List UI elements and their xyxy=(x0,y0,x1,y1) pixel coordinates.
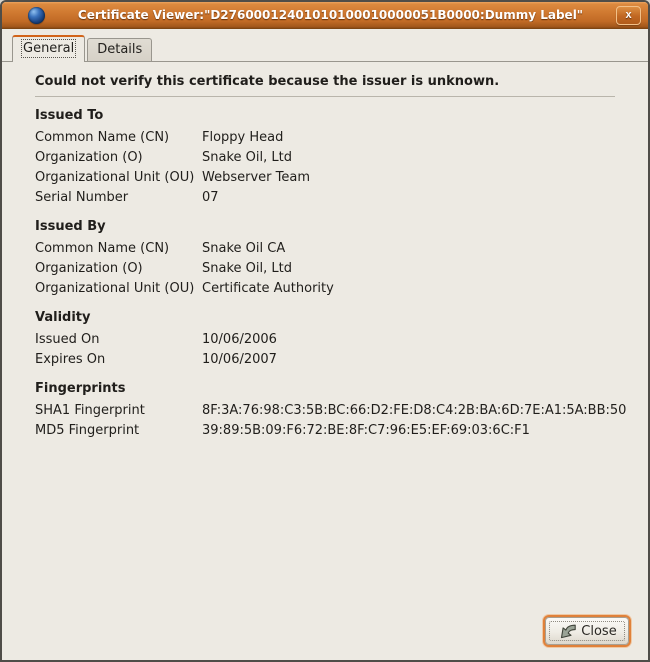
section-title: Issued To xyxy=(35,107,615,124)
field-value: Snake Oil, Ltd xyxy=(202,148,615,168)
titlebar-close-button[interactable]: x xyxy=(616,6,641,25)
tab-details[interactable]: Details xyxy=(87,38,152,61)
field-row: Serial Number 07 xyxy=(35,188,615,208)
field-row: Organizational Unit (OU) Webserver Team xyxy=(35,168,615,188)
field-row: Organization (O) Snake Oil, Ltd xyxy=(35,259,615,279)
titlebar[interactable]: Certificate Viewer:"D2760001240101010001… xyxy=(2,2,648,29)
dialog-body: General Details Could not verify this ce… xyxy=(2,29,648,661)
certificate-viewer-window: Certificate Viewer:"D2760001240101010001… xyxy=(0,0,650,662)
notice-separator xyxy=(35,96,615,97)
field-label: Organizational Unit (OU) xyxy=(35,279,202,299)
field-value: 39:89:5B:09:F6:72:BE:8F:C7:96:E5:EF:69:0… xyxy=(202,421,615,441)
field-value: 10/06/2007 xyxy=(202,350,615,370)
verification-notice: Could not verify this certificate becaus… xyxy=(35,73,615,91)
field-label: Expires On xyxy=(35,350,202,370)
field-label: SHA1 Fingerprint xyxy=(35,401,202,421)
field-label: MD5 Fingerprint xyxy=(35,421,202,441)
section-issued-to: Issued To Common Name (CN) Floppy Head O… xyxy=(35,107,615,208)
section-issued-by: Issued By Common Name (CN) Snake Oil CA … xyxy=(35,218,615,299)
field-label: Common Name (CN) xyxy=(35,239,202,259)
field-label: Common Name (CN) xyxy=(35,128,202,148)
section-fingerprints: Fingerprints SHA1 Fingerprint 8F:3A:76:9… xyxy=(35,380,615,441)
field-row: Organizational Unit (OU) Certificate Aut… xyxy=(35,279,615,299)
field-value: Floppy Head xyxy=(202,128,615,148)
field-value: 10/06/2006 xyxy=(202,330,615,350)
general-tab-panel: Could not verify this certificate becaus… xyxy=(2,62,648,661)
close-x-icon: x xyxy=(625,9,631,21)
field-value: Snake Oil, Ltd xyxy=(202,259,615,279)
field-value: 07 xyxy=(202,188,615,208)
close-arrow-icon xyxy=(557,623,577,640)
field-row: MD5 Fingerprint 39:89:5B:09:F6:72:BE:8F:… xyxy=(35,421,615,441)
window-menu-icon[interactable] xyxy=(28,7,45,24)
window-title: Certificate Viewer:"D2760001240101010001… xyxy=(45,8,616,22)
section-title: Fingerprints xyxy=(35,380,615,397)
field-label: Organization (O) xyxy=(35,148,202,168)
field-value: Webserver Team xyxy=(202,168,615,188)
tab-general-label: General xyxy=(23,41,74,56)
section-title: Validity xyxy=(35,309,615,326)
field-label: Organizational Unit (OU) xyxy=(35,168,202,188)
section-title: Issued By xyxy=(35,218,615,235)
field-row: Issued On 10/06/2006 xyxy=(35,330,615,350)
field-label: Serial Number xyxy=(35,188,202,208)
field-row: Common Name (CN) Snake Oil CA xyxy=(35,239,615,259)
tab-bar: General Details xyxy=(2,29,648,62)
field-row: Organization (O) Snake Oil, Ltd xyxy=(35,148,615,168)
field-label: Issued On xyxy=(35,330,202,350)
field-row: Common Name (CN) Floppy Head xyxy=(35,128,615,148)
field-row: SHA1 Fingerprint 8F:3A:76:98:C3:5B:BC:66… xyxy=(35,401,615,421)
field-row: Expires On 10/06/2007 xyxy=(35,350,615,370)
tab-details-label: Details xyxy=(97,42,142,57)
field-value: Certificate Authority xyxy=(202,279,615,299)
close-button[interactable]: Close xyxy=(545,617,629,645)
field-value: 8F:3A:76:98:C3:5B:BC:66:D2:FE:D8:C4:2B:B… xyxy=(202,401,626,421)
field-value: Snake Oil CA xyxy=(202,239,615,259)
close-button-label: Close xyxy=(581,624,616,639)
field-label: Organization (O) xyxy=(35,259,202,279)
tab-general[interactable]: General xyxy=(12,35,85,62)
section-validity: Validity Issued On 10/06/2006 Expires On… xyxy=(35,309,615,370)
